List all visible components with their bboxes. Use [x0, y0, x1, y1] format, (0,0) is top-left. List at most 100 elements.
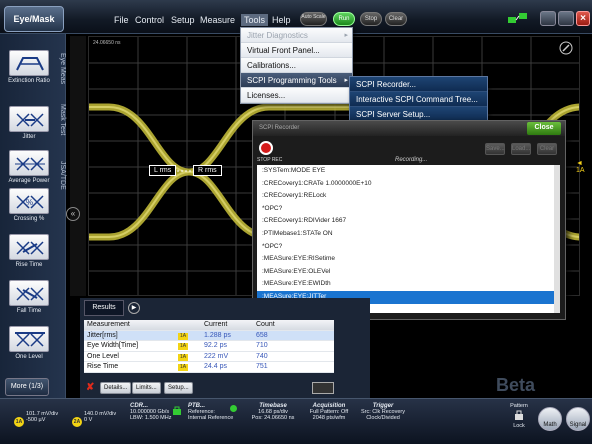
close-icon[interactable]: ×: [576, 11, 590, 26]
channel-2a-icon: 2A: [72, 417, 82, 427]
menu-item-virtual-front-panel[interactable]: Virtual Front Panel...: [241, 43, 352, 58]
command-item[interactable]: :MEASure:EYE:RISetime: [257, 253, 560, 266]
command-list-scrollbar[interactable]: [554, 165, 560, 313]
menu-item-calibrations[interactable]: Calibrations...: [241, 58, 352, 73]
ptb-reference: Internal Reference: [188, 415, 234, 421]
clear-button[interactable]: Clear: [385, 12, 407, 26]
measurement-name: One Level: [87, 352, 119, 360]
menu-item-label: SCPI Programming Tools: [247, 76, 337, 85]
tool-label: Extinction Ratio: [8, 78, 50, 84]
channel-1a-settings[interactable]: 101.7 mV/div -500 µV: [26, 411, 68, 444]
channel-2a-settings[interactable]: 140.0 mV/div 0 V: [84, 411, 126, 444]
network-icon[interactable]: [506, 11, 530, 25]
pattern-lock[interactable]: Pattern Lock: [506, 403, 532, 439]
stop-record-icon[interactable]: [259, 141, 273, 155]
tab-mask-test[interactable]: Mask Test: [52, 96, 66, 144]
trigger-mode: Clock/Divided: [366, 415, 400, 421]
tool-jitter[interactable]: Jitter: [6, 106, 52, 140]
command-item[interactable]: :CRECovery1:RELock: [257, 190, 560, 203]
tool-crossing-percent[interactable]: % Crossing %: [6, 188, 52, 222]
table-row[interactable]: Jitter[rms] 1A 1.288 ps 658: [84, 330, 334, 342]
command-item[interactable]: *OPC?: [257, 241, 560, 254]
current-value: 222 mV: [204, 352, 229, 360]
results-table: Measurement Current Count Jitter[rms] 1A…: [84, 320, 334, 373]
run-button[interactable]: Run: [333, 12, 355, 26]
menu-measure[interactable]: Measure: [200, 15, 235, 25]
clear-recording-button[interactable]: Clear: [537, 143, 557, 155]
table-row[interactable]: Eye Width[Time] 1A 92.2 ps 710: [84, 341, 334, 352]
current-value: 1.288 ps: [204, 331, 231, 339]
menu-tools[interactable]: Tools: [241, 14, 269, 26]
acquisition-settings[interactable]: Acquisition Full Pattern: Off 2048 pts/w…: [304, 403, 354, 439]
details-button[interactable]: Details...: [100, 382, 132, 394]
tool-label: Jitter: [22, 134, 36, 140]
tab-jsa-tde[interactable]: JSA/TDE: [52, 152, 66, 198]
ch1-offset: -500 µV: [26, 417, 46, 423]
setup-button[interactable]: Setup...: [164, 382, 193, 394]
ch2-offset: 0 V: [84, 417, 93, 423]
command-item[interactable]: :PTIMebase1:STATe ON: [257, 228, 560, 241]
menu-control[interactable]: Control: [135, 15, 164, 25]
command-item[interactable]: :MEASure:EYE:EWIDth: [257, 278, 560, 291]
maximize-icon[interactable]: [558, 11, 574, 26]
tool-fall-time[interactable]: Fall Time: [6, 280, 52, 314]
tool-label: Crossing %: [13, 216, 45, 222]
more-tools-button[interactable]: More (1/3): [5, 378, 49, 396]
command-item[interactable]: :CRECovery1:CRATe 1.0000000E+10: [257, 178, 560, 191]
table-row[interactable]: Rise Time 1A 24.4 ps 751: [84, 362, 334, 373]
collapse-panel-icon[interactable]: «: [66, 207, 80, 221]
submenu-arrow-icon: ▸: [344, 32, 348, 39]
menu-item-scpi-recorder[interactable]: SCPI Recorder...: [350, 77, 487, 92]
rise-time-icon: [9, 234, 49, 260]
col-count: Count: [256, 321, 275, 328]
signal-button[interactable]: Signal: [566, 407, 590, 431]
menu-item-scpi-programming-tools[interactable]: SCPI Programming Tools ▸: [241, 73, 352, 88]
svg-text:%: %: [26, 198, 33, 207]
measurement-toolbar: Extinction Ratio Jitter Average Power % …: [0, 34, 66, 398]
play-icon[interactable]: ▶: [128, 302, 140, 314]
minimize-icon[interactable]: [540, 11, 556, 26]
math-button[interactable]: Math: [538, 407, 562, 431]
menu-file[interactable]: File: [114, 15, 129, 25]
timebase-settings[interactable]: Timebase 16.68 ps/div Pos: 24.06650 ns: [246, 403, 300, 439]
keyboard-icon[interactable]: [312, 382, 334, 394]
auto-scale-button[interactable]: Auto Scale: [300, 12, 327, 26]
save-button[interactable]: Save...: [485, 143, 505, 155]
extinction-ratio-icon: [9, 50, 49, 76]
stop-button[interactable]: Stop: [360, 12, 382, 26]
tab-results[interactable]: Results: [84, 300, 124, 316]
menu-help[interactable]: Help: [272, 15, 291, 25]
command-item[interactable]: :MEASure:EYE:OLEVel: [257, 266, 560, 279]
tool-one-level[interactable]: One Level: [6, 326, 52, 360]
delete-icon[interactable]: ✘: [86, 382, 98, 394]
table-row[interactable]: One Level 1A 222 mV 740: [84, 352, 334, 363]
command-item[interactable]: :SYSTem:MODE EYE: [257, 165, 560, 178]
command-item[interactable]: :CRECovery1:RDIVider 1667: [257, 215, 560, 228]
channel-badge: 1A: [178, 332, 189, 340]
cdr-lbw: LBW: 1.500 MHz: [130, 415, 172, 421]
tool-rise-time[interactable]: Rise Time: [6, 234, 52, 268]
menu-item-scpi-command-tree[interactable]: Interactive SCPI Command Tree...: [350, 92, 487, 107]
scpi-programming-tools-submenu: SCPI Recorder... Interactive SCPI Comman…: [349, 76, 488, 123]
eye-mask-logo-button[interactable]: Eye/Mask: [4, 6, 64, 32]
status-bar: 1A 101.7 mV/div -500 µV 2A 140.0 mV/div …: [0, 398, 592, 444]
recording-status: Recording...: [395, 157, 428, 163]
menu-item-label: Licenses...: [247, 91, 286, 100]
tab-eye-meas[interactable]: Eye Meas: [52, 44, 66, 94]
tool-extinction-ratio[interactable]: Extinction Ratio: [6, 50, 52, 84]
load-button[interactable]: Load...: [511, 143, 531, 155]
trigger-settings[interactable]: Trigger Src: Clk Recovery Clock/Divided: [358, 403, 408, 439]
measurement-name: Jitter[rms]: [87, 331, 118, 339]
tool-average-power[interactable]: Average Power: [6, 150, 52, 184]
wrench-icon[interactable]: [559, 41, 573, 55]
limits-button[interactable]: Limits...: [132, 382, 161, 394]
pattern-lock-icon: [515, 410, 523, 420]
close-button[interactable]: Close: [527, 122, 561, 135]
timebase-position: Pos: 24.06650 ns: [251, 415, 295, 421]
ptb-status-icon: [230, 405, 237, 412]
command-list[interactable]: :SYSTem:MODE EYE :CRECovery1:CRATe 1.000…: [257, 165, 560, 313]
menu-item-jitter-diagnostics: Jitter Diagnostics ▸: [241, 28, 352, 43]
menu-item-licenses[interactable]: Licenses...: [241, 88, 352, 103]
menu-setup[interactable]: Setup: [171, 15, 195, 25]
command-item[interactable]: *OPC?: [257, 203, 560, 216]
